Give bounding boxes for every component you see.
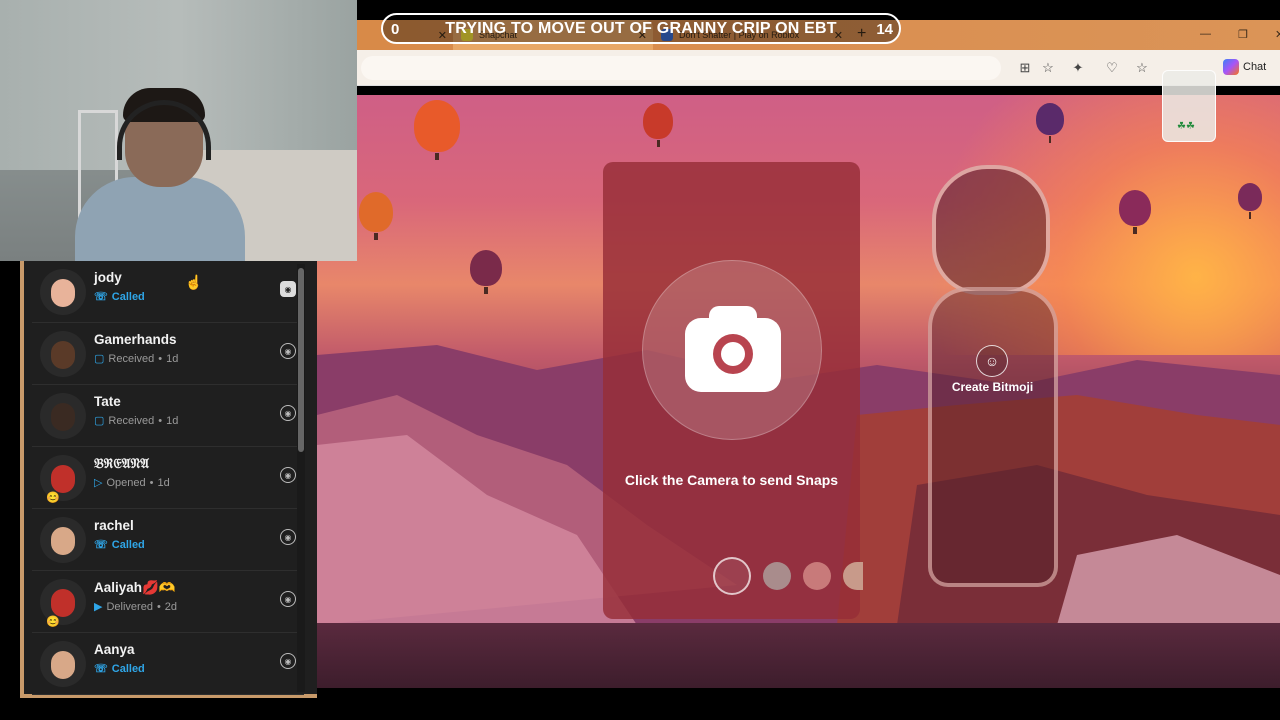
address-bar: ⊞ ☆ ✦ ♡ ☆ Chat — [357, 50, 1280, 86]
stream-title: TRYING TO MOVE OUT OF GRANNY CRIP ON EBT — [445, 19, 837, 37]
chat-name: Aanya — [94, 642, 135, 657]
camera-reply-icon[interactable]: ◉ — [280, 529, 296, 545]
avatar — [40, 641, 86, 687]
balloon-decoration — [1238, 183, 1262, 219]
desk-cup-overlay: ☘☘ — [1162, 70, 1216, 142]
avatar — [40, 393, 86, 439]
chat-status: ☏ Called — [94, 662, 145, 676]
chat-status: ▢ Received • 1d — [94, 352, 179, 366]
chat-name: Aaliyah💋🫶 — [94, 580, 176, 595]
avatar: 😊 — [40, 579, 86, 628]
chat-status: ☏ Called — [94, 290, 145, 304]
camera-icon — [685, 306, 781, 392]
avatar — [40, 517, 86, 563]
bitmoji-body-silhouette — [928, 287, 1058, 587]
chat-name: Tate — [94, 394, 121, 409]
chat-name: rachel — [94, 518, 134, 533]
stream-title-banner: 0 TRYING TO MOVE OUT OF GRANNY CRIP ON E… — [381, 13, 901, 44]
chat-status: ▷ Opened • 1d — [94, 476, 170, 490]
call-icon: ☏ — [94, 291, 108, 303]
favorites-icon[interactable]: ☆ — [1134, 60, 1150, 76]
avatar — [40, 269, 86, 315]
camera-reply-icon[interactable]: ◉ — [280, 653, 296, 669]
extensions-icon[interactable]: ✦ — [1070, 60, 1086, 76]
lens-option[interactable] — [763, 562, 791, 590]
delivered-arrow-icon: ▶ — [94, 601, 103, 613]
plant-decoration-icon: ☘☘ — [1177, 121, 1195, 132]
camera-reply-icon[interactable]: ◉ — [280, 467, 296, 483]
left-counter: 0 — [391, 21, 400, 38]
chat-bubble-icon: ▢ — [94, 353, 105, 365]
mouse-cursor-icon: ☝ — [185, 274, 203, 290]
chat-name: jody — [94, 270, 122, 285]
chat-name: 𝔅ℜ𝔈𝔄𝔑𝔄 — [94, 456, 150, 472]
copilot-icon — [1223, 59, 1239, 75]
right-counter: 14 — [876, 21, 893, 38]
avatar — [40, 331, 86, 377]
chat-status: ▶ Delivered • 2d — [94, 600, 178, 614]
balloon-decoration — [1036, 103, 1064, 143]
chat-scrollbar-thumb[interactable] — [298, 268, 304, 452]
restore-icon[interactable]: ❐ — [1238, 28, 1248, 41]
camera-reply-icon[interactable]: ◉ — [280, 281, 296, 297]
streamer-image — [75, 88, 245, 261]
chat-name: Gamerhands — [94, 332, 177, 347]
camera-reply-icon[interactable]: ◉ — [280, 405, 296, 421]
chat-row[interactable]: rachel ☏ Called ◉ — [32, 509, 304, 571]
create-bitmoji-label[interactable]: Create Bitmoji — [920, 380, 1065, 394]
chat-row[interactable]: 😊 Aaliyah💋🫶 ▶ Delivered • 2d ◉ — [32, 571, 304, 633]
favorite-star-icon[interactable]: ☆ — [1040, 60, 1056, 76]
camera-reply-icon[interactable]: ◉ — [280, 343, 296, 359]
chat-row[interactable]: 😊 𝔅ℜ𝔈𝔄𝔑𝔄 ▷ Opened • 1d ◉ — [32, 447, 304, 509]
chat-status: ☏ Called — [94, 538, 145, 552]
camera-card: Click the Camera to send Snaps — [603, 162, 863, 619]
balloon-decoration — [359, 192, 393, 240]
lens-option[interactable] — [843, 562, 863, 590]
call-icon: ☏ — [94, 663, 108, 675]
balloon-decoration — [1119, 190, 1151, 234]
webcam-feed — [0, 0, 357, 261]
balloon-decoration — [414, 100, 460, 160]
page-floor — [317, 623, 1280, 688]
chat-list: jody ☏ Called ◉ Gamerhands ▢ Received • 1d ◉… — [20, 261, 317, 698]
balloon-decoration — [470, 250, 502, 294]
camera-prompt: Click the Camera to send Snaps — [624, 472, 839, 488]
chat-row[interactable]: jody ☏ Called ◉ — [32, 261, 304, 323]
copilot-chat-button[interactable]: Chat — [1223, 59, 1266, 75]
bitmoji-placeholder: ☺ Create Bitmoji — [920, 165, 1065, 605]
opened-arrow-icon: ▷ — [94, 477, 103, 489]
url-field[interactable] — [361, 56, 1001, 80]
camera-button[interactable] — [642, 260, 822, 440]
avatar: 😊 — [40, 455, 86, 504]
create-bitmoji-icon[interactable]: ☺ — [976, 345, 1008, 377]
lens-capture-button[interactable] — [713, 557, 751, 595]
chat-row[interactable]: Tate ▢ Received • 1d ◉ — [32, 385, 304, 447]
close-window-icon[interactable]: ✕ — [1275, 28, 1280, 41]
chat-status: ▢ Received • 1d — [94, 414, 179, 428]
lens-option[interactable] — [803, 562, 831, 590]
minimize-icon[interactable]: — — [1200, 28, 1211, 40]
chat-row[interactable]: Aanya ☏ Called ◉ — [32, 633, 304, 695]
call-icon: ☏ — [94, 539, 108, 551]
smile-emoji-icon: 😊 — [46, 492, 60, 504]
balloon-decoration — [643, 103, 673, 147]
smile-emoji-icon: 😊 — [46, 616, 60, 628]
apps-icon[interactable]: ⊞ — [1017, 60, 1033, 76]
camera-reply-icon[interactable]: ◉ — [280, 591, 296, 607]
chat-bubble-icon: ▢ — [94, 415, 105, 427]
bitmoji-head-silhouette — [932, 165, 1050, 295]
browser-essentials-icon[interactable]: ♡ — [1104, 60, 1120, 76]
chat-row[interactable]: Gamerhands ▢ Received • 1d ◉ — [32, 323, 304, 385]
chat-label: Chat — [1243, 61, 1267, 73]
